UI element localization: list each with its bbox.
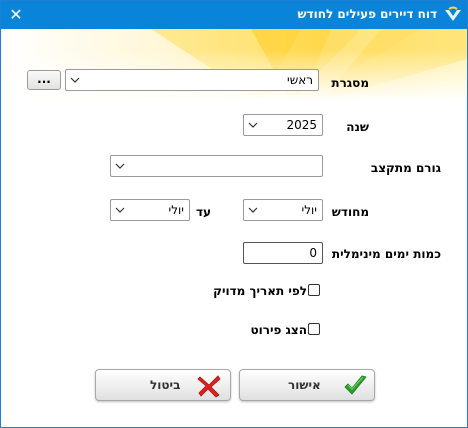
month-to-value: יולי <box>168 203 184 217</box>
cancel-button[interactable]: ביטול <box>95 369 231 401</box>
year-select[interactable]: 2025 <box>243 114 323 136</box>
exact-date-checkbox[interactable] <box>308 284 320 296</box>
month-to-select[interactable]: יולי <box>110 199 190 221</box>
year-value: 2025 <box>286 118 317 132</box>
framework-label: מסגרת <box>331 76 369 90</box>
window-title: דוח דיירים פעילים לחודש <box>297 7 437 21</box>
min-days-value: 0 <box>309 246 317 260</box>
show-details-label: הצג פירוט <box>250 323 307 337</box>
ok-button[interactable]: אישור <box>239 369 375 401</box>
exact-date-label: לפי תאריך מדויק <box>213 284 307 298</box>
chevron-down-icon <box>248 207 258 213</box>
cancel-label: ביטול <box>150 378 181 392</box>
funding-body-label: גורם מתקצב <box>370 161 441 175</box>
month-from-select[interactable]: יולי <box>243 199 323 221</box>
chevron-down-icon <box>115 163 125 169</box>
month-from-value: יולי <box>301 203 317 217</box>
red-x-icon <box>197 375 221 398</box>
framework-value: ראשי <box>287 73 313 87</box>
ok-label: אישור <box>288 378 321 392</box>
month-from-label: מחודש <box>331 205 369 219</box>
min-days-input[interactable]: 0 <box>243 242 323 264</box>
framework-select[interactable]: ראשי <box>65 69 319 91</box>
chevron-down-icon <box>70 77 80 83</box>
close-icon: ✕ <box>9 5 23 24</box>
min-days-label: כמות ימים מינימלית <box>331 247 441 261</box>
green-checkmark-icon <box>344 375 367 395</box>
close-button[interactable]: ✕ <box>1 1 31 29</box>
chevron-down-icon <box>248 122 258 128</box>
year-label: שנה <box>346 120 369 134</box>
app-logo-icon <box>445 6 461 21</box>
month-to-label: עד <box>195 205 211 219</box>
title-bar: ✕ דוח דיירים פעילים לחודש <box>1 1 467 29</box>
show-details-checkbox[interactable] <box>308 323 320 335</box>
funding-body-select[interactable] <box>110 155 323 177</box>
browse-framework-button[interactable]: ... <box>27 70 61 90</box>
chevron-down-icon <box>115 207 125 213</box>
dialog-window: ✕ דוח דיירים פעילים לחודש מסגרת ראשי ...… <box>0 0 468 428</box>
